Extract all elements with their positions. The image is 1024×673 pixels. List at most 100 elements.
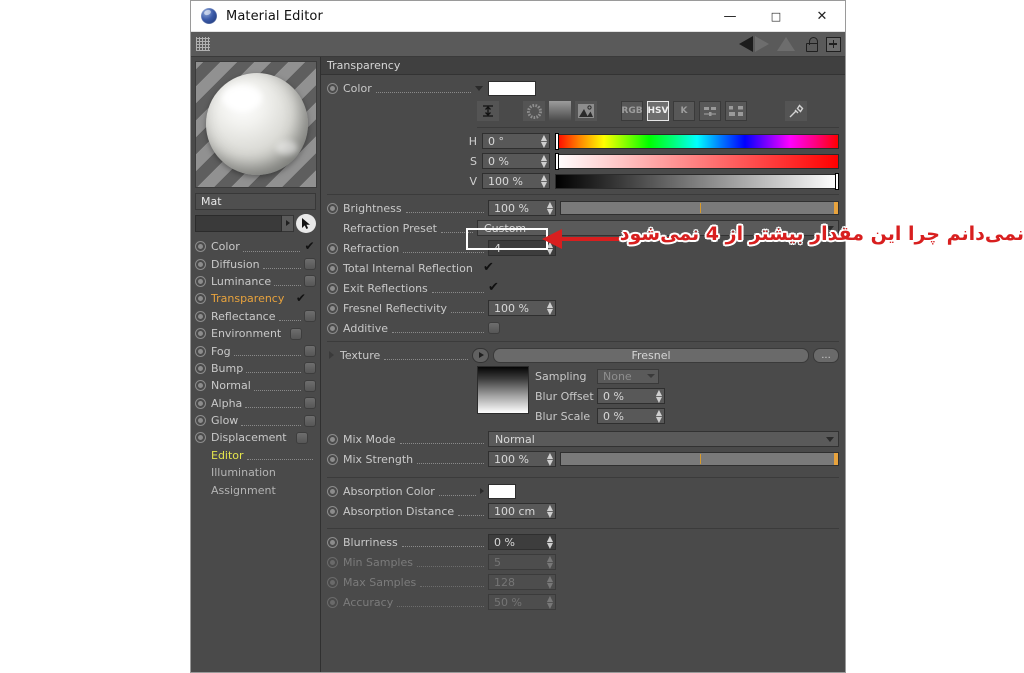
channel-radio-icon[interactable] [195,345,206,357]
property-radio-icon[interactable] [327,536,338,548]
drag-grip-icon[interactable] [196,37,210,51]
property-radio-icon[interactable] [327,485,338,497]
channel-environment[interactable]: Environment [195,325,316,342]
channel-radio-icon[interactable] [195,415,206,427]
fresnel-reflectivity-field[interactable]: 100 % ▲ ▼ [488,300,556,316]
minimize-button[interactable]: — [707,1,753,32]
saturation-field[interactable]: 0 % ▲ ▼ [482,153,550,169]
property-radio-icon[interactable] [327,262,338,274]
property-radio-icon[interactable] [327,322,338,334]
color-swatch[interactable] [488,80,536,96]
absorption-color-swatch[interactable] [488,483,516,499]
spinner-icon[interactable]: ▲ ▼ [547,452,553,467]
tir-check-icon[interactable]: ✔ [483,261,494,274]
channel-fog[interactable]: Fog [195,342,316,359]
channel-luminance[interactable]: Luminance [195,273,316,290]
channel-checkbox[interactable] [304,275,316,288]
property-radio-icon[interactable] [327,242,338,254]
spinner-icon[interactable]: ▲ ▼ [547,201,553,216]
absorption-distance-field[interactable]: 100 cm ▲ ▼ [488,503,556,519]
channel-checkbox[interactable] [304,414,316,427]
channel-radio-icon[interactable] [195,258,206,270]
channel-color[interactable]: Color ✔ [195,238,316,255]
saturation-gradient-bar[interactable] [555,153,839,169]
channel-normal[interactable]: Normal [195,377,316,394]
k-mode-button[interactable]: K [673,101,695,121]
channel-checkbox[interactable] [304,362,316,375]
sliders-icon[interactable] [699,101,721,121]
channel-glow[interactable]: Glow [195,412,316,429]
sidebar-item-editor[interactable]: Editor [195,447,316,464]
color-range-icon[interactable] [477,101,499,121]
hue-field[interactable]: 0 ° ▲ ▼ [482,133,550,149]
up-triangle-icon[interactable] [777,37,795,51]
search-dropdown-arrow-icon[interactable] [282,214,294,232]
property-radio-icon[interactable] [327,505,338,517]
channel-radio-icon[interactable] [195,275,206,287]
picture-icon[interactable] [575,101,597,121]
channel-radio-icon[interactable] [195,310,206,322]
spinner-icon[interactable]: ▲ ▼ [656,409,662,424]
add-button[interactable] [826,36,841,52]
next-material-arrow-icon[interactable] [755,36,769,52]
mix-strength-field[interactable]: 100 % ▲ ▼ [488,451,556,467]
channel-radio-icon[interactable] [195,380,206,392]
blurriness-field[interactable]: 0 % ▲ ▼ [488,534,556,550]
mix-strength-slider[interactable] [560,452,839,466]
channel-radio-icon[interactable] [195,432,206,444]
chevron-down-icon[interactable] [826,225,834,231]
maximize-button[interactable]: □ [753,1,799,32]
exit-reflections-check-icon[interactable]: ✔ [488,281,499,294]
channel-reflectance[interactable]: Reflectance [195,308,316,325]
check-icon[interactable]: ✔ [294,292,307,305]
spinner-icon[interactable]: ▲ ▼ [547,301,553,316]
channel-checkbox[interactable] [304,345,316,358]
channel-checkbox[interactable] [304,397,316,410]
channel-radio-icon[interactable] [195,397,206,409]
mix-mode-dropdown[interactable]: Normal [488,431,839,447]
texture-play-icon[interactable] [472,347,489,363]
sidebar-item-illumination[interactable]: Illumination [195,464,316,481]
channel-checkbox[interactable] [304,310,316,323]
spinner-icon[interactable]: ▲ ▼ [541,174,547,189]
property-radio-icon[interactable] [327,202,338,214]
close-button[interactable]: ✕ [799,1,845,32]
brightness-field[interactable]: 100 % ▲ ▼ [488,200,556,216]
channel-radio-icon[interactable] [195,241,206,253]
channel-displacement[interactable]: Displacement [195,429,316,446]
property-radio-icon[interactable] [327,82,338,94]
spinner-icon[interactable]: ▲ ▼ [547,535,553,550]
material-name-field[interactable]: Mat [195,193,316,210]
channel-checkbox[interactable] [304,258,316,271]
chevron-right-icon[interactable] [480,488,484,494]
hue-gradient-bar[interactable] [555,133,839,149]
channel-checkbox[interactable] [304,379,316,392]
chevron-down-icon[interactable] [475,85,483,91]
swatches-icon[interactable] [725,101,747,121]
spinner-icon[interactable]: ▲ ▼ [541,154,547,169]
property-radio-icon[interactable] [327,302,338,314]
eyedropper-icon[interactable] [785,101,807,121]
chevron-down-icon[interactable] [647,374,655,378]
color-wheel-icon[interactable] [523,101,545,121]
sidebar-item-assignment[interactable]: Assignment [195,481,316,498]
previous-material-arrow-icon[interactable] [739,36,753,52]
brightness-slider[interactable] [560,201,839,215]
spinner-icon[interactable]: ▲ ▼ [547,504,553,519]
texture-value-button[interactable]: Fresnel [493,347,809,363]
channel-checkbox[interactable] [290,327,303,340]
hsv-mode-button[interactable]: HSV [647,101,669,121]
channel-radio-icon[interactable] [195,362,206,374]
additive-checkbox[interactable] [488,322,500,334]
texture-more-button[interactable]: ... [813,347,839,363]
channel-alpha[interactable]: Alpha [195,395,316,412]
property-radio-icon[interactable] [327,282,338,294]
property-radio-icon[interactable] [327,453,338,465]
gradient-icon[interactable] [549,101,571,121]
cursor-arrow-icon[interactable] [296,213,316,233]
blur-scale-field[interactable]: 0 % ▲ ▼ [597,408,665,424]
rgb-mode-button[interactable]: RGB [621,101,643,121]
channel-transparency[interactable]: Transparency ✔ [195,290,316,307]
channel-bump[interactable]: Bump [195,360,316,377]
texture-preview[interactable] [477,366,529,414]
